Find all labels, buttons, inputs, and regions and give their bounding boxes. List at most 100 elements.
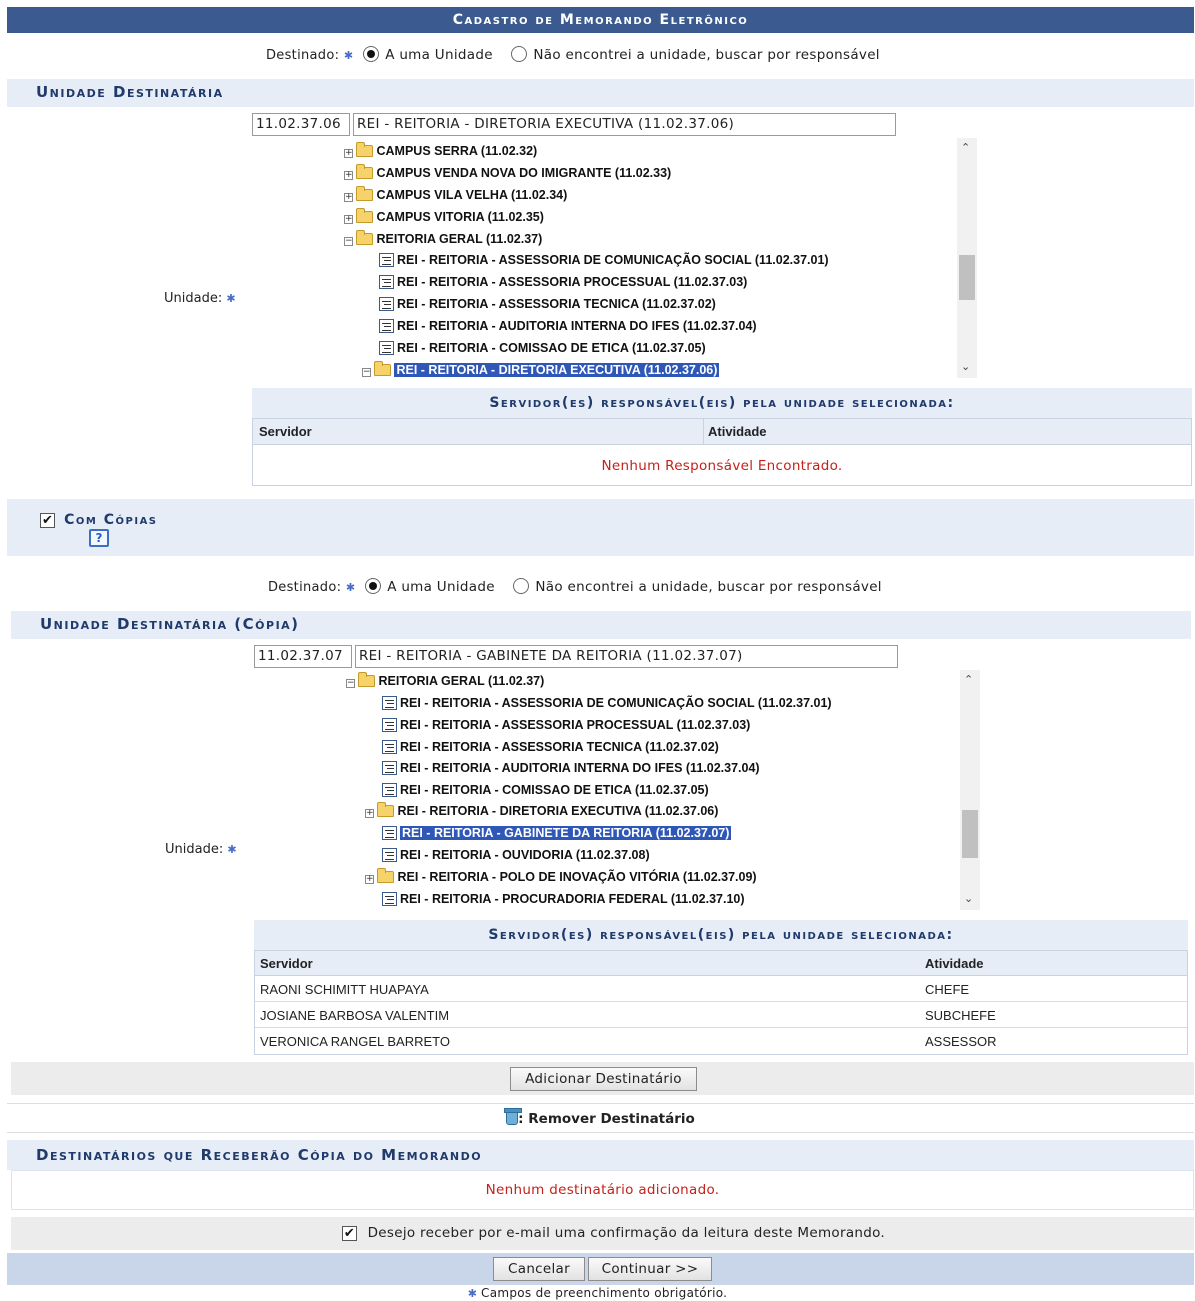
unit-icon	[379, 275, 394, 289]
tree-node[interactable]: REI - REITORIA - AUDITORIA INTERNA DO IF…	[382, 758, 760, 778]
scrollbar-thumb[interactable]	[962, 810, 978, 858]
expand-icon[interactable]: +	[344, 171, 353, 180]
tree-node[interactable]: REI - REITORIA - PROCURADORIA FEDERAL (1…	[382, 889, 745, 909]
tree-node[interactable]: + REI - REITORIA - DIRETORIA EXECUTIVA (…	[365, 801, 718, 821]
tree-node-label: REI - REITORIA - COMISSAO DE ETICA (11.0…	[400, 783, 709, 797]
tree-node[interactable]: + CAMPUS VITORIA (11.02.35)	[344, 207, 544, 227]
folder-icon	[377, 802, 394, 817]
destino-radio-group: Destinado: ✱ A uma Unidade Não encontrei…	[266, 46, 894, 63]
servidor-cell: JOSIANE BARBOSA VALENTIM	[260, 1008, 450, 1023]
unidade-copia-code-input[interactable]: 11.02.37.07	[254, 645, 352, 668]
unit-icon	[379, 341, 394, 355]
com-copias-checkbox[interactable]: ✔	[40, 513, 55, 528]
radio-a-uma-unidade[interactable]	[363, 46, 380, 62]
tree-node[interactable]: REI - REITORIA - OUVIDORIA (11.02.37.08)	[382, 845, 650, 865]
unidade-tree: + CAMPUS SERRA (11.02.32) + CAMPUS VENDA…	[300, 140, 980, 380]
col-atividade: Atividade	[708, 424, 767, 439]
scroll-up-icon[interactable]: ⌃	[961, 141, 970, 154]
responsaveis-heading: Servidor(es) responsável(eis) pela unida…	[489, 395, 955, 411]
tree-node[interactable]: + CAMPUS VILA VELHA (11.02.34)	[344, 185, 567, 205]
tree-node-label: CAMPUS VILA VELHA (11.02.34)	[376, 188, 568, 202]
unit-icon	[382, 826, 397, 840]
tree-copia-scrollbar[interactable]: ⌃ ⌄	[960, 670, 980, 910]
table-header: Servidor Atividade	[255, 951, 1187, 976]
unidade-code-input[interactable]: 11.02.37.06	[252, 113, 350, 136]
tree-node-label: REI - REITORIA - AUDITORIA INTERNA DO IF…	[397, 319, 757, 333]
tree-node-label: REI - REITORIA - GABINETE DA REITORIA (1…	[400, 826, 732, 840]
expand-icon[interactable]: +	[365, 809, 374, 818]
unidade-name-input[interactable]: REI - REITORIA - DIRETORIA EXECUTIVA (11…	[353, 113, 896, 136]
tree-node[interactable]: + CAMPUS SERRA (11.02.32)	[344, 141, 537, 161]
table-header: Servidor Atividade	[253, 419, 1191, 445]
tree-node[interactable]: REI - REITORIA - ASSESSORIA PROCESSUAL (…	[382, 715, 750, 735]
unidade-copia-name-input[interactable]: REI - REITORIA - GABINETE DA REITORIA (1…	[355, 645, 898, 668]
tree-node-selected[interactable]: − REI - REITORIA - DIRETORIA EXECUTIVA (…	[362, 360, 720, 380]
trash-icon	[504, 1108, 523, 1125]
unidade-label-text: Unidade:	[165, 842, 224, 857]
folder-open-icon	[374, 361, 391, 376]
tree-node[interactable]: REI - REITORIA - ASSESSORIA TECNICA (11.…	[382, 737, 719, 757]
tree-node-label: REI - REITORIA - DIRETORIA EXECUTIVA (11…	[394, 363, 720, 377]
tree-node-label: REI - REITORIA - DIRETORIA EXECUTIVA (11…	[397, 804, 719, 818]
collapse-icon[interactable]: −	[344, 237, 353, 246]
scroll-down-icon[interactable]: ⌄	[964, 892, 973, 905]
unit-icon	[379, 319, 394, 333]
collapse-icon[interactable]: −	[346, 679, 355, 688]
tree-node[interactable]: − REITORIA GERAL (11.02.37)	[346, 671, 544, 691]
tree-node[interactable]: + CAMPUS VENDA NOVA DO IMIGRANTE (11.02.…	[344, 163, 671, 183]
email-confirm-checkbox[interactable]: ✔	[342, 1226, 357, 1241]
col-atividade: Atividade	[925, 956, 984, 971]
required-star-icon: ✱	[343, 49, 358, 62]
tree-node[interactable]: REI - REITORIA - COMISSAO DE ETICA (11.0…	[382, 780, 709, 800]
folder-icon	[356, 142, 373, 157]
radio-buscar-responsavel[interactable]	[511, 46, 528, 62]
add-destinatario-button[interactable]: Adicionar Destinatário	[510, 1067, 697, 1091]
unidade-label-text: Unidade:	[164, 291, 223, 306]
tree-node[interactable]: REI - REITORIA - ASSESSORIA PROCESSUAL (…	[379, 272, 747, 292]
tree-node[interactable]: REI - REITORIA - ASSESSORIA DE COMUNICAÇ…	[382, 693, 832, 713]
continue-button[interactable]: Continuar >>	[588, 1257, 712, 1281]
tree-node-label: CAMPUS VITORIA (11.02.35)	[376, 210, 544, 224]
required-note-text: Campos de preenchimento obrigatório.	[481, 1286, 728, 1300]
servidor-cell: VERONICA RANGEL BARRETO	[260, 1034, 450, 1049]
help-icon[interactable]: ?	[89, 529, 109, 547]
radio-buscar-responsavel-copia[interactable]	[513, 578, 530, 594]
tree-scrollbar[interactable]: ⌃ ⌄	[957, 138, 977, 378]
expand-icon[interactable]: +	[344, 193, 353, 202]
tree-node[interactable]: + REI - REITORIA - POLO DE INOVAÇÃO VITÓ…	[365, 867, 757, 887]
unit-icon	[379, 297, 394, 311]
tree-node-label: REITORIA GERAL (11.02.37)	[378, 674, 545, 688]
tree-node[interactable]: REI - REITORIA - ASSESSORIA DE COMUNICAÇ…	[379, 250, 829, 270]
unit-icon	[379, 253, 394, 267]
scroll-down-icon[interactable]: ⌄	[961, 360, 970, 373]
tree-node-selected[interactable]: REI - REITORIA - GABINETE DA REITORIA (1…	[382, 823, 732, 843]
scrollbar-thumb[interactable]	[959, 255, 975, 300]
tree-node-label: REI - REITORIA - ASSESSORIA DE COMUNICAÇ…	[397, 253, 829, 267]
tree-node-label: REI - REITORIA - ASSESSORIA TECNICA (11.…	[400, 740, 719, 754]
tree-node[interactable]: − REITORIA GERAL (11.02.37)	[344, 229, 542, 249]
com-copias-panel: ✔ Com Cópias ?	[7, 499, 1194, 556]
tree-node-label: REI - REITORIA - COMISSAO DE ETICA (11.0…	[397, 341, 706, 355]
radio-a-uma-unidade-label: A uma Unidade	[387, 579, 495, 595]
expand-icon[interactable]: +	[344, 149, 353, 158]
expand-icon[interactable]: +	[365, 875, 374, 884]
section-heading: Unidade Destinatária (Cópia)	[40, 615, 300, 633]
collapse-icon[interactable]: −	[362, 368, 371, 377]
tree-node[interactable]: REI - REITORIA - ASSESSORIA TECNICA (11.…	[379, 294, 716, 314]
expand-icon[interactable]: +	[344, 215, 353, 224]
table-row: JOSIANE BARBOSA VALENTIM SUBCHEFE	[255, 1003, 1187, 1028]
tree-node[interactable]: REI - REITORIA - AUDITORIA INTERNA DO IF…	[379, 316, 757, 336]
scroll-up-icon[interactable]: ⌃	[964, 673, 973, 686]
tree-node[interactable]: REI - REITORIA - COMISSAO DE ETICA (11.0…	[379, 338, 706, 358]
folder-icon	[356, 164, 373, 179]
cancel-button[interactable]: Cancelar	[493, 1257, 585, 1281]
servidor-cell: RAONI SCHIMITT HUAPAYA	[260, 982, 429, 997]
col-servidor: Servidor	[260, 956, 313, 971]
required-note: ✱ Campos de preenchimento obrigatório.	[0, 1286, 1195, 1300]
radio-a-uma-unidade-label: A uma Unidade	[385, 47, 493, 63]
radio-a-uma-unidade-copia[interactable]	[365, 578, 382, 594]
folder-open-icon	[358, 672, 375, 687]
form-footer: Cancelar Continuar >>	[7, 1253, 1194, 1285]
unit-icon	[382, 696, 397, 710]
required-star-icon: ✱	[226, 292, 236, 305]
